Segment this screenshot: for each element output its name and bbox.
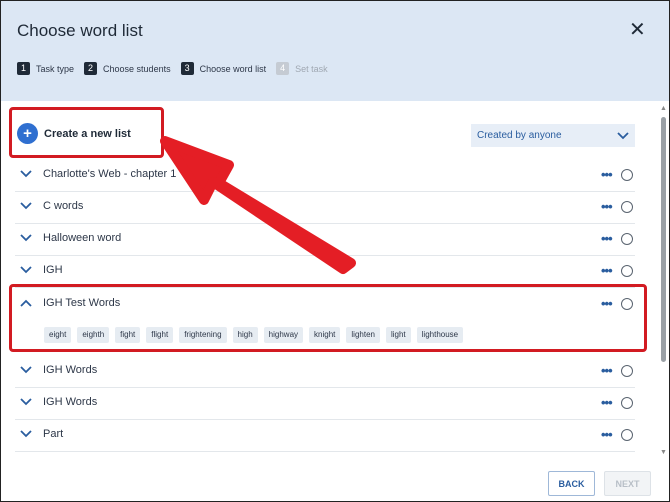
next-button[interactable]: NEXT — [604, 471, 651, 496]
annotation-arrow-icon — [160, 136, 356, 274]
dialog-footer: BACK NEXT — [1, 458, 669, 501]
dialog: Choose word list ✕ 1 Task type 2 Choose … — [0, 0, 670, 502]
back-button[interactable]: BACK — [548, 471, 595, 496]
